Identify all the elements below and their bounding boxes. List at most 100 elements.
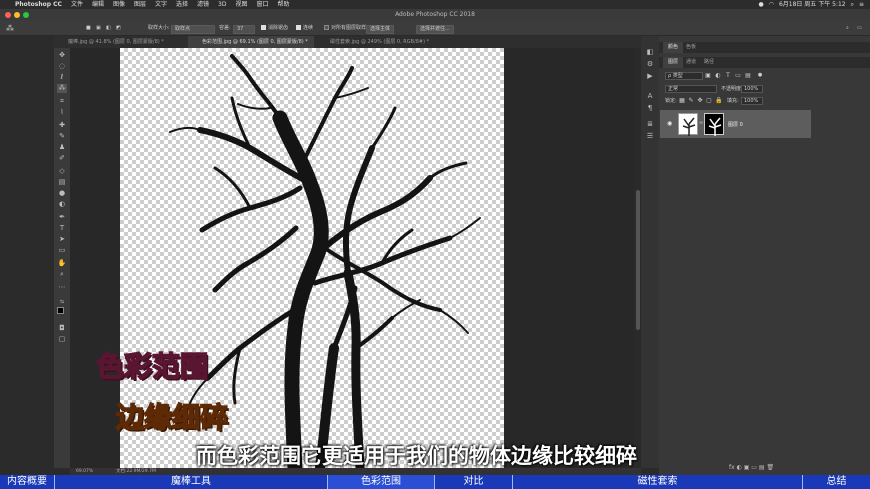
- foreground-color-swatch[interactable]: [57, 307, 64, 314]
- type-filter-icon[interactable]: T: [725, 72, 731, 79]
- menu-type[interactable]: 文字: [155, 0, 167, 9]
- add-selection-icon[interactable]: ▣: [96, 24, 101, 33]
- chapter-magic-wand[interactable]: 魔棒工具: [55, 475, 328, 489]
- blur-tool-icon[interactable]: ●: [57, 189, 67, 198]
- select-subject-button[interactable]: 选择主体: [366, 25, 395, 34]
- search-icon[interactable]: ⌕: [851, 0, 854, 9]
- tab-color-range-doc[interactable]: 色彩范围.jpg @ 69.1% (图层 0, 图层蒙版/8) *: [188, 36, 314, 48]
- stamp-tool-icon[interactable]: ♟: [57, 143, 67, 152]
- swap-colors-icon[interactable]: ⇆: [57, 298, 67, 307]
- actions-play-icon[interactable]: ▶: [645, 72, 655, 81]
- chapter-overview[interactable]: 内容概要: [0, 475, 55, 489]
- tab-magnetic-lasso-doc[interactable]: 磁性套索.jpg @ 249% (图层 0, RGB/8#) *: [316, 36, 446, 48]
- select-and-mask-button[interactable]: 选择并遮住...: [416, 25, 454, 34]
- lock-all-icon[interactable]: 🔒: [715, 97, 722, 104]
- menu-window[interactable]: 窗口: [257, 0, 269, 9]
- workspace-icon[interactable]: ▭: [857, 24, 862, 33]
- user-icon[interactable]: ●: [758, 0, 763, 9]
- path-selection-icon[interactable]: ➤: [57, 235, 67, 244]
- adjust-filter-icon[interactable]: ◐: [715, 72, 721, 79]
- adjustments-panel-icon[interactable]: ☰: [645, 132, 655, 141]
- menu-filter[interactable]: 滤镜: [197, 0, 209, 9]
- hand-tool-icon[interactable]: ✋: [57, 259, 67, 268]
- more-tools-icon[interactable]: ⋯: [57, 283, 67, 292]
- visibility-eye-icon[interactable]: ◉: [667, 120, 672, 127]
- zoom-tool-icon[interactable]: ⌕: [57, 270, 67, 279]
- menu-file[interactable]: 文件: [71, 0, 83, 9]
- menu-help[interactable]: 帮助: [278, 0, 290, 9]
- move-tool-icon[interactable]: ✥: [57, 51, 67, 60]
- magic-wand-preset-icon[interactable]: ⁂: [6, 24, 14, 33]
- properties-panel-icon[interactable]: ≣: [645, 120, 655, 129]
- new-selection-icon[interactable]: ■: [86, 24, 91, 33]
- brush-settings-icon[interactable]: ⚙: [645, 60, 655, 69]
- lock-position-icon[interactable]: ✥: [697, 97, 703, 104]
- shape-filter-icon[interactable]: ▭: [735, 72, 741, 79]
- paragraph-panel-icon[interactable]: ¶: [645, 104, 655, 113]
- vertical-scroll-thumb[interactable]: [636, 190, 640, 330]
- chapter-compare[interactable]: 对比: [435, 475, 513, 489]
- lock-paint-icon[interactable]: ✎: [688, 97, 694, 104]
- tolerance-input[interactable]: 37: [233, 25, 255, 34]
- pixel-filter-icon[interactable]: ▣: [705, 72, 711, 79]
- chapter-summary[interactable]: 总结: [803, 475, 870, 489]
- tab-paths[interactable]: 路径: [699, 57, 719, 68]
- crop-tool-icon[interactable]: ⌗: [57, 97, 67, 106]
- menubar-clock[interactable]: 6月18日 周五 下午 5:12: [779, 0, 846, 9]
- chapter-magnetic-lasso[interactable]: 磁性套索: [513, 475, 803, 489]
- tab-magic-wand-doc[interactable]: 魔棒.jpg @ 41.8% (图层 0, 图层蒙版/8) *: [54, 36, 182, 48]
- layer-mask-thumbnail[interactable]: [704, 113, 724, 136]
- tab-color[interactable]: 颜色: [663, 42, 684, 53]
- sample-all-layers-checkbox[interactable]: 对所有图层取样: [324, 24, 366, 33]
- menu-layer[interactable]: 图层: [134, 0, 146, 9]
- marquee-tool-icon[interactable]: ◌: [57, 62, 67, 71]
- menu-app-name[interactable]: Photoshop CC: [15, 0, 62, 9]
- zoom-readout[interactable]: 69.07%: [76, 468, 93, 475]
- sample-size-select[interactable]: 取样点: [171, 25, 215, 34]
- pen-tool-icon[interactable]: ✒: [57, 213, 67, 222]
- healing-tool-icon[interactable]: ✚: [57, 121, 67, 130]
- menu-image[interactable]: 图像: [113, 0, 125, 9]
- type-tool-icon[interactable]: T: [57, 224, 67, 233]
- brush-tool-icon[interactable]: ✎: [57, 132, 67, 141]
- control-center-icon[interactable]: ≡: [859, 0, 864, 9]
- layer-kind-filter[interactable]: ρ 类型: [665, 72, 703, 80]
- lock-pixels-icon[interactable]: ▦: [679, 97, 685, 104]
- menu-select[interactable]: 选择: [176, 0, 188, 9]
- intersect-selection-icon[interactable]: ◩: [116, 24, 121, 33]
- chapter-color-range[interactable]: 色彩范围: [328, 475, 435, 489]
- fill-input[interactable]: 100%: [741, 97, 763, 105]
- shape-tool-icon[interactable]: ▭: [57, 246, 67, 255]
- antialias-checkbox[interactable]: 消除锯齿: [261, 24, 288, 33]
- smart-filter-icon[interactable]: ▤: [745, 72, 751, 79]
- history-panel-icon[interactable]: ◧: [645, 48, 655, 57]
- layer-row[interactable]: ◉ ∞ 图层 0: [660, 110, 811, 138]
- mask-link-icon[interactable]: ∞: [699, 120, 703, 126]
- lock-artboard-icon[interactable]: ▢: [706, 97, 712, 104]
- layer-actions-bar[interactable]: fx ◐ ▣ ▭ ▤ 🗑: [729, 464, 809, 473]
- filter-toggle-icon[interactable]: ●: [757, 72, 763, 79]
- eraser-tool-icon[interactable]: ◇: [57, 167, 67, 176]
- quick-mask-icon[interactable]: ◘: [57, 324, 67, 333]
- eyedropper-tool-icon[interactable]: ⌇: [57, 108, 67, 117]
- magic-wand-tool-icon[interactable]: ⁂: [57, 84, 67, 93]
- lasso-tool-icon[interactable]: ℓ: [57, 73, 67, 82]
- blend-mode-select[interactable]: 正常: [665, 85, 717, 93]
- tab-layers[interactable]: 图层: [663, 57, 684, 68]
- search-icon[interactable]: ⌕: [846, 24, 849, 33]
- opacity-input[interactable]: 100%: [741, 85, 763, 93]
- character-panel-icon[interactable]: A: [645, 92, 655, 101]
- tab-channels[interactable]: 通道: [681, 57, 701, 68]
- menu-view[interactable]: 视图: [235, 0, 247, 9]
- dodge-tool-icon[interactable]: ◐: [57, 200, 67, 209]
- contiguous-checkbox[interactable]: 连续: [296, 24, 313, 33]
- tab-swatches[interactable]: 色板: [681, 42, 701, 53]
- gradient-tool-icon[interactable]: ▤: [57, 178, 67, 187]
- screen-mode-icon[interactable]: ▢: [57, 335, 67, 344]
- history-brush-icon[interactable]: ✐: [57, 154, 67, 163]
- wifi-icon[interactable]: ◠: [769, 0, 774, 9]
- layer-name[interactable]: 图层 0: [728, 121, 743, 128]
- menu-3d[interactable]: 3D: [218, 0, 226, 9]
- menu-edit[interactable]: 编辑: [92, 0, 104, 9]
- subtract-selection-icon[interactable]: ◧: [106, 24, 111, 33]
